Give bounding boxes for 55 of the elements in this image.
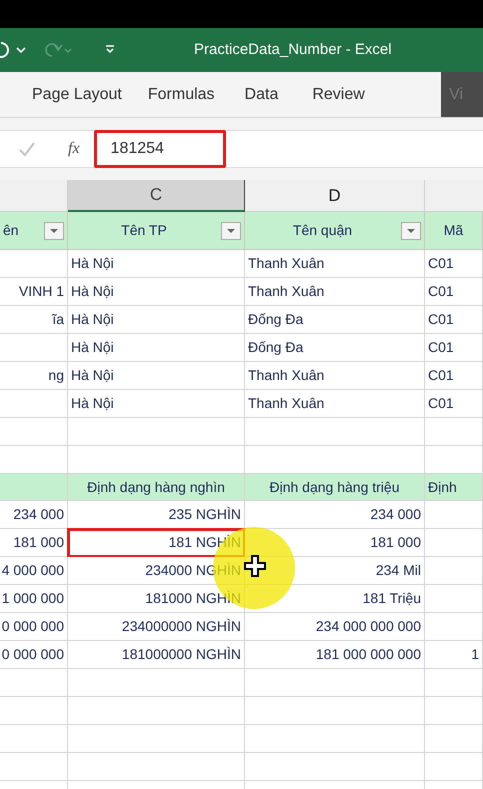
table-cell: Đống Đa — [245, 306, 425, 334]
table-cell: 181000000 NGHÌN — [68, 641, 245, 669]
ribbon-tab[interactable]: Page Layout — [32, 72, 122, 117]
header-cell-text: Mã — [442, 221, 464, 240]
table-cell: Hà Nội — [68, 390, 245, 418]
table-cell: C01 — [425, 362, 483, 390]
chevron-down-icon[interactable] — [16, 46, 26, 54]
ribbon-tab[interactable]: Review — [312, 72, 365, 117]
table-cell: VINH 1 — [0, 278, 68, 306]
table-cell: 1 000 000 — [0, 585, 68, 613]
header-cell-text: Tên quận — [292, 221, 354, 240]
filter-dropdown-icon[interactable] — [221, 222, 241, 240]
table-cell: 234 000 — [245, 501, 425, 529]
table-cell: Hà Nội — [68, 306, 245, 334]
table-cell: 4 000 000 — [0, 557, 68, 585]
table-cell: 0 000 000 — [0, 613, 68, 641]
table-cell: Hà Nội — [68, 334, 245, 362]
table-cell: 181 000 000 000 — [245, 641, 425, 669]
table-cell: Đống Đa — [245, 334, 425, 362]
table-cell: C01 — [425, 390, 483, 418]
table-cell: Định dạng hàng nghìn — [68, 474, 245, 501]
table-cell: Định dạng hàng triệu — [245, 474, 425, 501]
table-cell: 234 000 — [0, 501, 68, 529]
window-title: PracticeData_Number - Excel — [194, 40, 392, 60]
ribbon-tab[interactable]: Formulas — [148, 72, 215, 117]
table-cell: C01 — [425, 306, 483, 334]
checkmark-icon[interactable] — [18, 141, 36, 157]
table-cell: Hà Nội — [68, 278, 245, 306]
function-button[interactable]: fx — [68, 137, 80, 161]
table-cell: 181 000 — [0, 529, 68, 557]
header-cell-text: ên — [3, 221, 20, 240]
filter-dropdown-icon[interactable] — [401, 222, 421, 240]
table-cell: Hà Nội — [68, 362, 245, 390]
table-cell: Thanh Xuân — [245, 390, 425, 418]
ribbon-tab[interactable]: Data — [244, 72, 278, 117]
filter-dropdown-icon[interactable] — [44, 222, 64, 240]
table-cell: 234000000 NGHÌN — [68, 613, 245, 641]
table-cell: 0 000 000 — [0, 641, 68, 669]
table-cell: Định — [425, 474, 483, 501]
table-cell: 234 000 000 000 — [245, 613, 425, 641]
formula-field[interactable]: 181254 — [94, 130, 226, 168]
column-header[interactable]: C — [68, 180, 245, 212]
customize-toolbar-icon[interactable] — [104, 44, 116, 56]
table-cell: 1 — [425, 641, 483, 669]
table-cell: C01 — [425, 250, 483, 278]
table-cell: ng — [0, 362, 68, 390]
table-cell: Thanh Xuân — [245, 362, 425, 390]
table-cell: C01 — [425, 278, 483, 306]
table-cell: Hà Nội — [68, 250, 245, 278]
header-cell-text: Tên TP — [120, 221, 168, 240]
table-cell: 235 NGHÌN — [68, 501, 245, 529]
table-cell: Thanh Xuân — [245, 250, 425, 278]
table-cell: C01 — [425, 334, 483, 362]
table-cell: Thanh Xuân — [245, 278, 425, 306]
table-cell: ĩa — [0, 306, 68, 334]
